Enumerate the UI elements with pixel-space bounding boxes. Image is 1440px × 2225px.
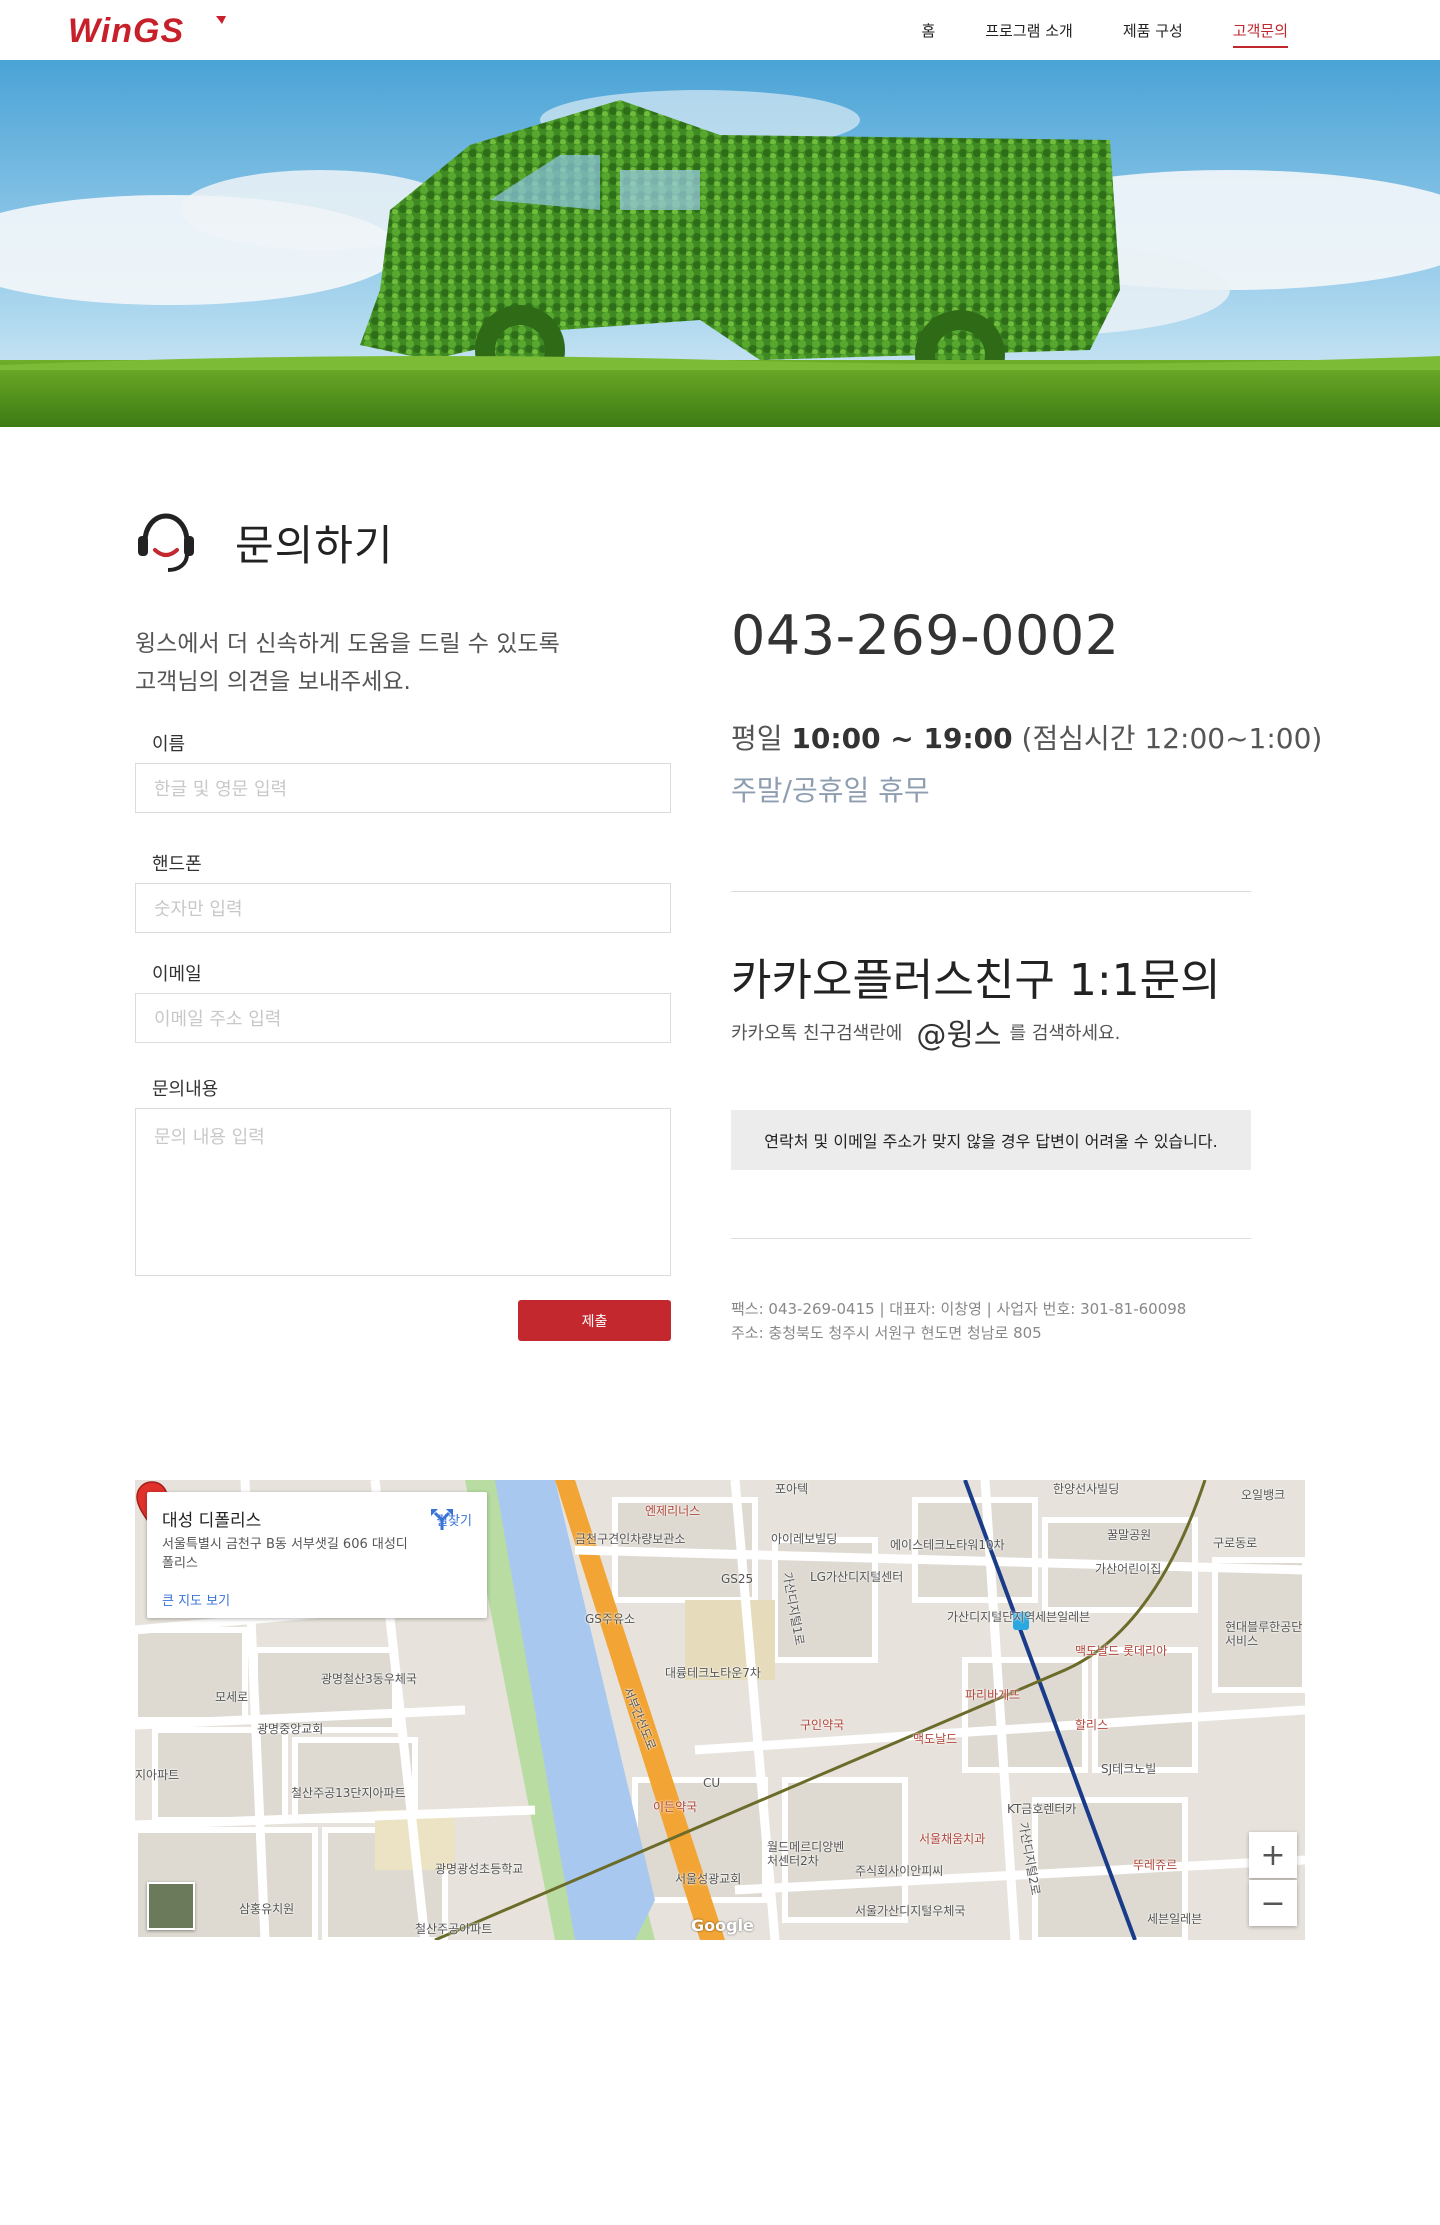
message-placeholder: 문의 내용 입력 [154,1127,265,1148]
map-label: 꿀말공원 [1107,1528,1152,1542]
map-label: 금천구견인차량보관소 [575,1532,686,1546]
email-placeholder: 이메일 주소 입력 [154,1009,282,1030]
main-nav: 홈 프로그램 소개 제품 구성 고객문의 [871,0,1289,60]
nav-contact[interactable]: 고객문의 [1232,0,1289,60]
intro-line-1: 윙스에서 더 신속하게 도움을 드릴 수 있도록 [135,631,560,657]
kakao-desc-prefix: 카카오톡 친구검색란에 [731,1023,903,1044]
page-title: 문의하기 [235,520,394,570]
map-label: 맥도날드 롯데리아 [1075,1644,1168,1658]
divider [731,1238,1251,1239]
contact-phone: 043-269-0002 [731,604,1120,667]
satellite-toggle[interactable] [147,1882,195,1930]
zoom-in-button[interactable]: + [1249,1832,1297,1878]
map-label: 포아텍 [775,1482,809,1496]
map-label: 에이스테크노타워10차 [890,1538,1005,1552]
map-label: 세븐일레븐 [1147,1912,1203,1926]
map-label: LG가산디지털센터 [810,1570,904,1584]
directions-icon [431,1509,453,1530]
map-label: 모세로 [215,1690,249,1704]
business-hours: 평일 10:00 ~ 19:00 (점심시간 12:00~1:00) [731,717,1322,757]
kakao-title: 카카오플러스친구 1:1문의 [731,955,1221,1006]
zoom-out-button[interactable]: − [1249,1880,1297,1926]
hero-eco-car-image [0,60,1440,427]
map-info-card: 대성 디폴리스 서울특별시 금천구 B동 서부샛길 606 대성디폴리스 큰 지… [147,1492,487,1618]
map-label: 뚜레쥬르 [1133,1858,1178,1872]
phone-input[interactable]: 숫자만 입력 [135,883,671,933]
map-label: 구로동로 [1213,1536,1258,1550]
map-label: 삼홍유치원 [239,1902,295,1916]
map-label: 지아파트 [135,1768,180,1782]
map-label: 주식회사이안피씨 [855,1864,944,1878]
section-title: 문의하기 [135,510,394,574]
directions-button[interactable]: 길찾기 [429,1506,479,1530]
map-label: GS25 [721,1572,754,1586]
map-label: 오일뱅크 [1241,1488,1286,1502]
map-label: 월드메르디앙벤처센터2차 [767,1840,845,1868]
map-label: KT금호렌터카 [1007,1802,1077,1816]
map-label: 철산주공아파트 [415,1922,493,1936]
kakao-description: 카카오톡 친구검색란에 @윙스 를 검색하세요. [731,1010,1120,1054]
logo-text: WinGS [68,12,184,48]
map-label: CU [703,1776,721,1790]
site-header: WinGS 홈 프로그램 소개 제품 구성 고객문의 [0,0,1440,60]
map-label: SJ테크노빌 [1101,1762,1157,1776]
company-info-line-2: 주소: 충청북도 청주시 서원구 현도면 청남로 805 [731,1324,1042,1342]
map-label: 광명광성초등학교 [435,1862,524,1876]
hero-banner [0,60,1440,427]
notice-box: 연락처 및 이메일 주소가 맞지 않을 경우 답변이 어려울 수 있습니다. [731,1110,1251,1170]
headset-icon [138,513,194,572]
form-intro: 윙스에서 더 신속하게 도움을 드릴 수 있도록 고객님의 의견을 보내주세요. [135,625,675,701]
map-label: 광명중앙교회 [257,1722,324,1736]
map-label: 한양선사빌딩 [1053,1482,1120,1496]
map-label: GS주유소 [585,1612,636,1626]
hours-prefix: 평일 [731,722,792,755]
map-label: 가산디지털단지역 [947,1610,1036,1624]
email-input[interactable]: 이메일 주소 입력 [135,993,671,1043]
map-label: 아이레보빌딩 [771,1532,838,1546]
kakao-handle: @윙스 [916,1018,1002,1053]
hours-suffix: (점심시간 12:00~1:00) [1012,722,1323,755]
kakao-desc-suffix: 를 검색하세요. [1009,1023,1121,1044]
hours-time: 10:00 ~ 19:00 [791,722,1013,755]
nav-products[interactable]: 제품 구성 [1123,0,1183,60]
intro-line-2: 고객님의 의견을 보내주세요. [135,669,411,695]
message-textarea[interactable]: 문의 내용 입력 [135,1108,671,1276]
map-label: 이든약국 [653,1800,698,1814]
map-label: 대륭테크노타운7차 [665,1666,761,1680]
phone-placeholder: 숫자만 입력 [154,899,243,920]
nav-home[interactable]: 홈 [921,0,935,60]
name-input[interactable]: 한글 및 영문 입력 [135,763,671,813]
map-label: 할리스 [1075,1718,1109,1732]
divider [731,891,1251,892]
company-info: 팩스: 043-269-0415 | 대표자: 이창영 | 사업자 번호: 30… [731,1297,1186,1345]
map-label: 엔제리너스 [645,1504,701,1518]
phone-label: 핸드폰 [152,854,202,875]
map-label: 세븐일레븐 [1035,1610,1091,1624]
message-label: 문의내용 [152,1079,219,1100]
email-label: 이메일 [152,964,202,985]
location-map[interactable]: 포아텍 엔제리너스 금천구견인차량보관소 아이레보빌딩 에이스테크노타워10차 … [135,1480,1305,1940]
google-logo: Google [691,1916,754,1935]
map-label: 철산주공13단지아파트 [291,1786,406,1800]
map-label: 구인약국 [800,1718,845,1732]
map-label: 서울채움치과 [919,1832,986,1846]
map-label: 서울가산디지털우체국 [855,1904,966,1918]
name-placeholder: 한글 및 영문 입력 [154,779,288,800]
company-info-line-1: 팩스: 043-269-0415 | 대표자: 이창영 | 사업자 번호: 30… [731,1300,1187,1318]
map-label: 서울성광교회 [675,1872,742,1886]
map-label: 가산어린이집 [1095,1562,1162,1576]
map-label: 현대블루한공단서비스 [1225,1620,1303,1648]
map-label: 광명철산3동우체국 [321,1672,417,1686]
name-label: 이름 [152,734,186,755]
wings-logo[interactable]: WinGS [66,12,228,50]
submit-button[interactable]: 제출 [518,1300,671,1341]
place-address: 서울특별시 금천구 B동 서부샛길 606 대성디폴리스 [162,1537,408,1571]
map-label: 맥도날드 [913,1732,958,1746]
large-map-link[interactable]: 큰 지도 보기 [162,1590,230,1609]
nav-program-intro[interactable]: 프로그램 소개 [985,0,1073,60]
place-name: 대성 디폴리스 [162,1511,262,1531]
map-label: 파리바게뜨 [965,1688,1021,1702]
closed-days: 주말/공휴일 휴무 [731,774,930,807]
